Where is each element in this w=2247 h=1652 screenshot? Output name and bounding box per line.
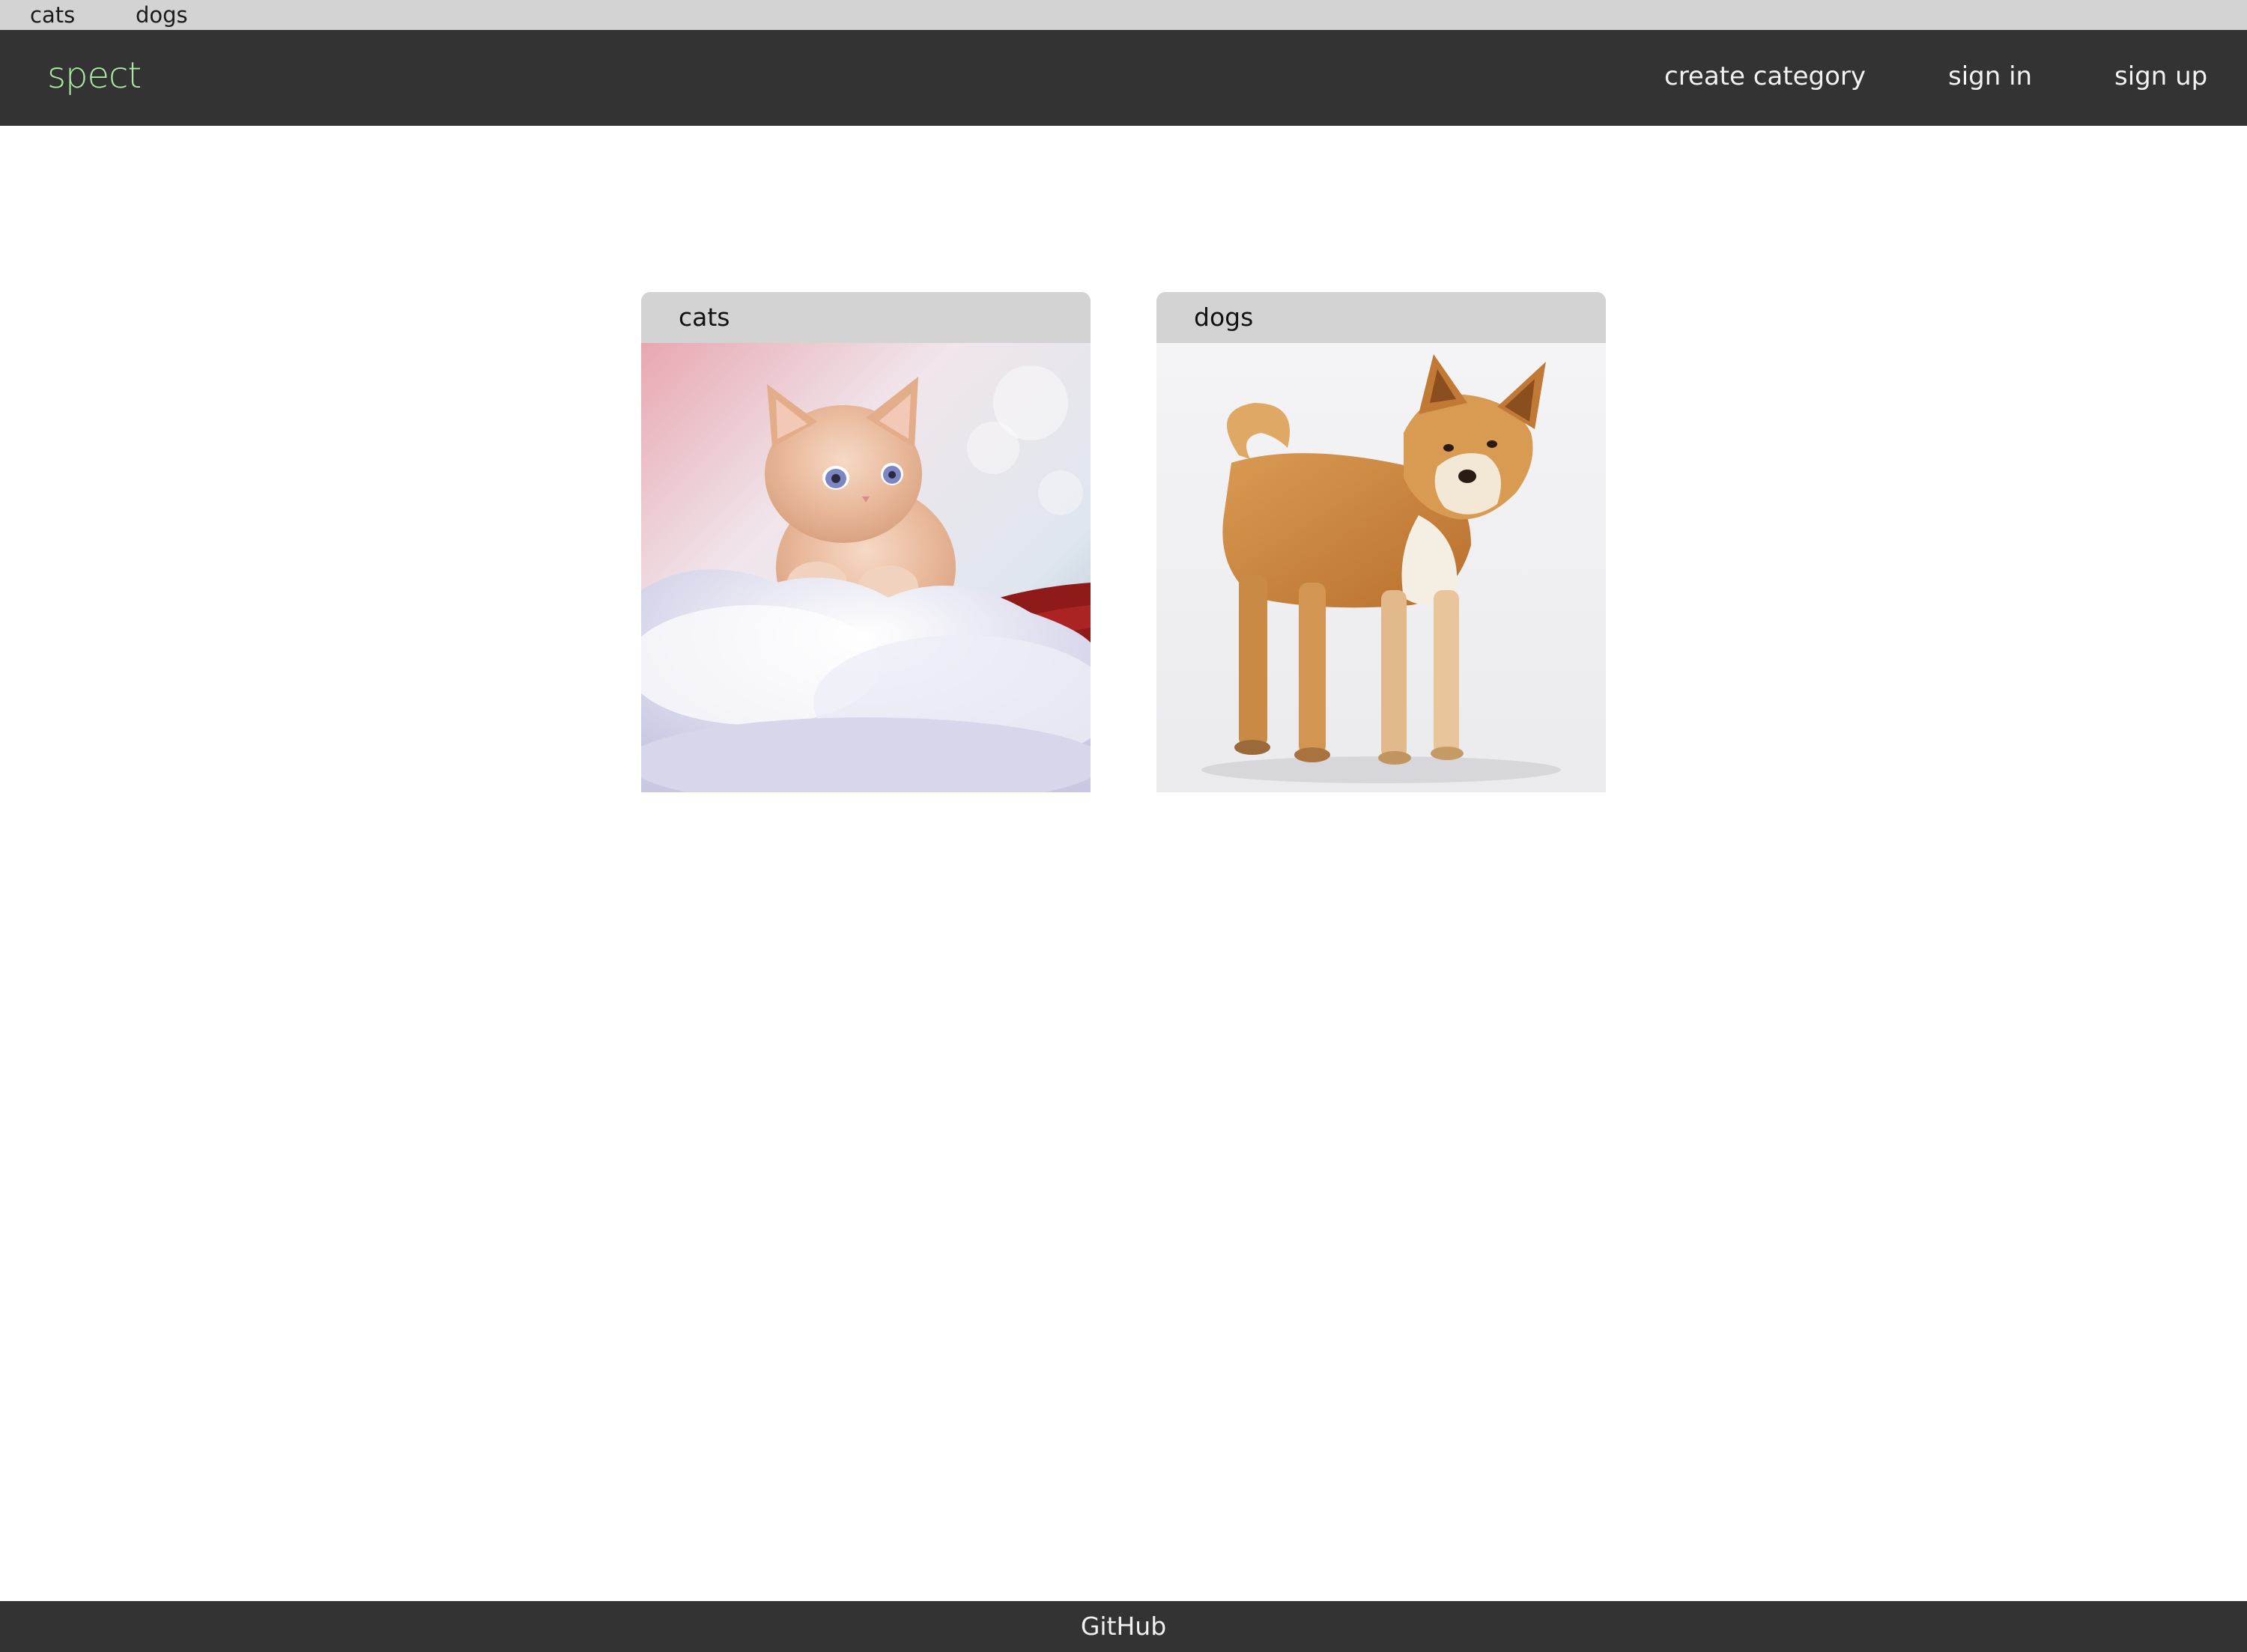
- footer-links: GitHub: [0, 1610, 2247, 1643]
- category-strip: cats dogs: [0, 0, 2247, 30]
- category-card-dogs[interactable]: dogs: [1156, 292, 1606, 792]
- kitten-photo[interactable]: [641, 343, 1091, 792]
- card-header: cats: [641, 292, 1091, 343]
- github-link[interactable]: GitHub: [1081, 1612, 1166, 1641]
- card-title: cats: [679, 303, 730, 332]
- navbar: spect create category sign in sign up: [0, 30, 2247, 126]
- footer: GitHub: [0, 1601, 2247, 1652]
- sign-in-link[interactable]: sign in: [1948, 60, 2032, 93]
- brand-logo[interactable]: spect: [47, 55, 142, 97]
- card-header: dogs: [1156, 292, 1606, 343]
- create-category-link[interactable]: create category: [1664, 60, 1866, 93]
- sign-up-link[interactable]: sign up: [2114, 60, 2207, 93]
- strip-link-dogs[interactable]: dogs: [136, 1, 188, 28]
- card-title: dogs: [1194, 303, 1254, 332]
- category-card-cats[interactable]: cats: [641, 292, 1091, 792]
- strip-link-cats[interactable]: cats: [30, 1, 75, 28]
- dog-photo[interactable]: [1156, 343, 1606, 792]
